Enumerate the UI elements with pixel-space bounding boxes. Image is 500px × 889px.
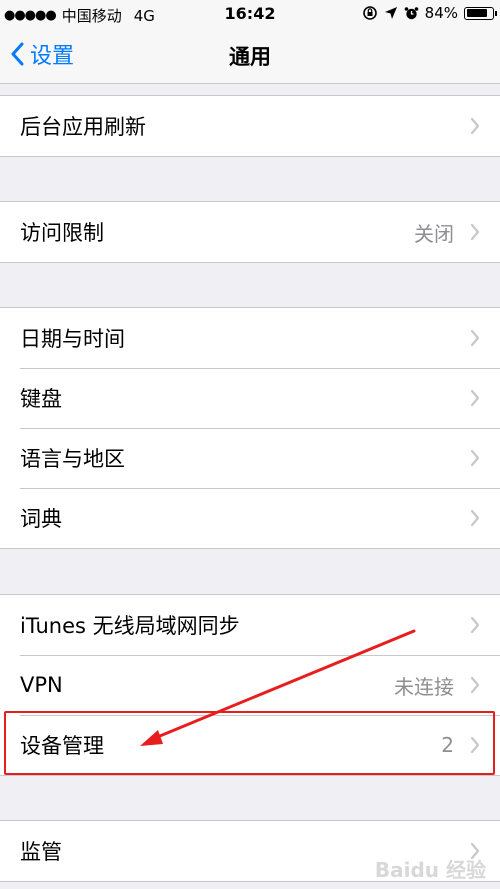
row-vpn[interactable]: VPN 未连接 bbox=[0, 655, 500, 715]
chevron-right-icon bbox=[470, 389, 480, 407]
chevron-right-icon bbox=[470, 223, 480, 241]
chevron-right-icon bbox=[470, 449, 480, 467]
row-label: 设备管理 bbox=[20, 734, 104, 758]
row-label: iTunes 无线局域网同步 bbox=[20, 614, 240, 638]
row-label: VPN bbox=[20, 673, 63, 697]
row-label: 后台应用刷新 bbox=[20, 115, 146, 139]
battery-level bbox=[466, 9, 488, 17]
page-title: 通用 bbox=[229, 45, 271, 69]
row-label: 词典 bbox=[20, 507, 62, 531]
row-label: 监管 bbox=[20, 840, 62, 864]
status-bar: ●●●●● 中国移动 4G 16:42 84% bbox=[0, 0, 500, 28]
chevron-right-icon bbox=[470, 117, 480, 135]
chevron-right-icon bbox=[470, 616, 480, 634]
row-value: 未连接 bbox=[394, 674, 454, 699]
chevron-right-icon bbox=[470, 509, 480, 527]
settings-group-sync-vpn: iTunes 无线局域网同步 VPN 未连接 设备管理 2 bbox=[0, 594, 500, 776]
settings-group-restrictions: 访问限制 关闭 bbox=[0, 201, 500, 263]
settings-group-background-refresh: 后台应用刷新 bbox=[0, 95, 500, 157]
row-value: 2 bbox=[441, 733, 454, 757]
chevron-right-icon bbox=[470, 329, 480, 347]
row-dictionary[interactable]: 词典 bbox=[0, 488, 500, 548]
chevron-right-icon bbox=[470, 736, 480, 754]
rotation-lock-icon bbox=[362, 6, 377, 20]
row-device-management[interactable]: 设备管理 2 bbox=[0, 715, 500, 775]
battery-percent: 84% bbox=[424, 4, 458, 22]
chevron-right-icon bbox=[470, 676, 480, 694]
navigation-bar: 设置 通用 bbox=[0, 28, 500, 84]
alarm-clock-icon bbox=[404, 6, 418, 19]
location-arrow-icon bbox=[384, 7, 397, 19]
row-keyboard[interactable]: 键盘 bbox=[0, 368, 500, 428]
settings-group-locale: 日期与时间 键盘 语言与地区 词典 bbox=[0, 307, 500, 549]
row-language-region[interactable]: 语言与地区 bbox=[0, 428, 500, 488]
row-label: 日期与时间 bbox=[20, 327, 125, 351]
row-date-time[interactable]: 日期与时间 bbox=[0, 308, 500, 368]
row-label: 键盘 bbox=[20, 387, 62, 411]
battery-icon bbox=[464, 6, 497, 20]
row-background-app-refresh[interactable]: 后台应用刷新 bbox=[0, 96, 500, 156]
row-value: 关闭 bbox=[414, 221, 454, 246]
row-restrictions[interactable]: 访问限制 关闭 bbox=[0, 202, 500, 262]
row-label: 语言与地区 bbox=[20, 447, 125, 471]
status-right: 84% bbox=[362, 4, 497, 22]
row-itunes-wifi-sync[interactable]: iTunes 无线局域网同步 bbox=[0, 595, 500, 655]
row-label: 访问限制 bbox=[20, 221, 104, 245]
watermark: Baidu 经验 bbox=[374, 858, 486, 882]
